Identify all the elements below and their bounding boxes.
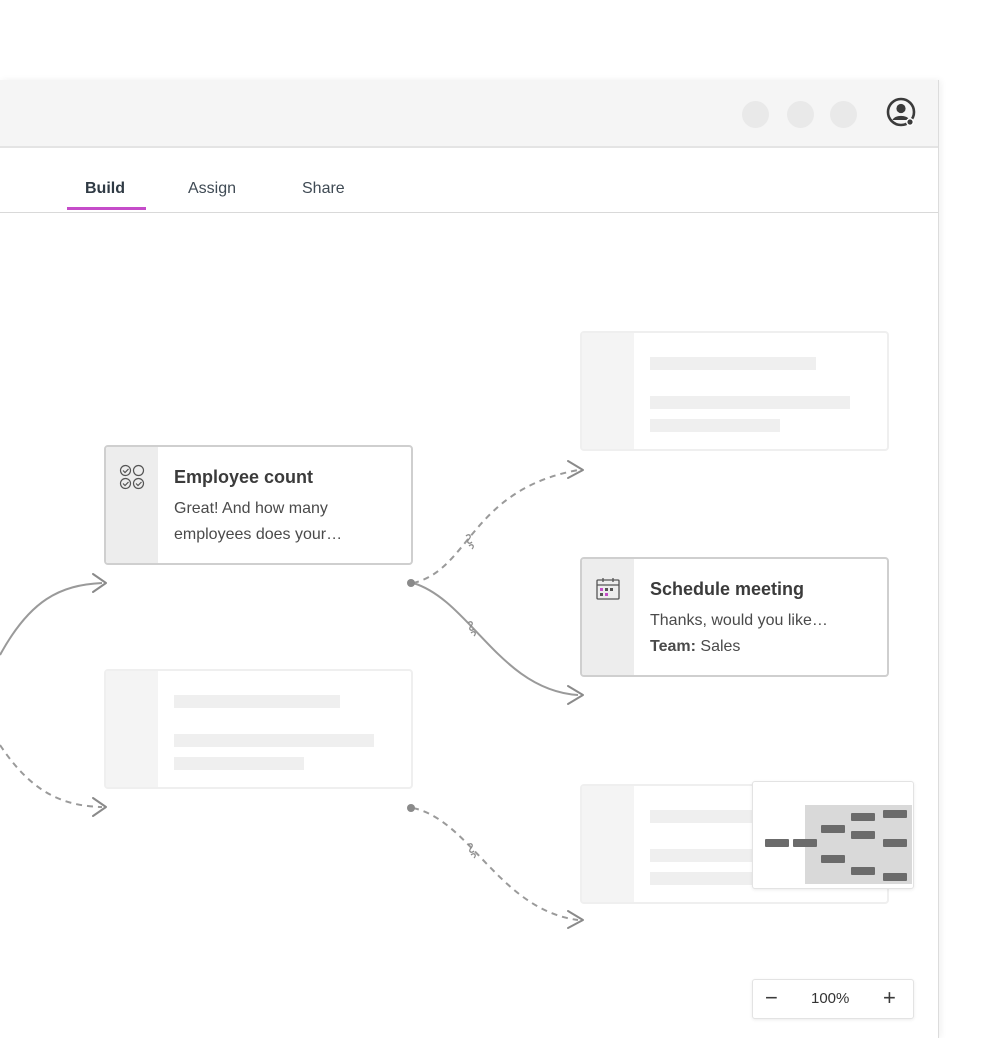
zoom-out-button[interactable]: − [765, 986, 778, 1010]
node-team: Team: Sales [650, 638, 740, 656]
link-icon [465, 534, 474, 550]
placeholder-line [174, 734, 374, 747]
minimap-node [851, 867, 875, 875]
node-title: Schedule meeting [650, 579, 805, 599]
zoom-control: − 100% + [752, 979, 914, 1019]
node-icon-strip [582, 786, 634, 902]
node-message: Great! And how many [174, 500, 328, 517]
node-title: Employee count [174, 467, 314, 487]
minimap-node [793, 839, 817, 847]
placeholder-line [174, 757, 304, 770]
team-label: Team: [650, 638, 696, 655]
minimap-node [851, 831, 875, 839]
minimap-node [851, 813, 875, 821]
placeholder-line [650, 396, 850, 409]
node-message: Thanks, would you like… [650, 612, 828, 629]
minimap-node [883, 810, 907, 818]
connector-line [412, 582, 579, 696]
node-icon-strip [582, 333, 634, 449]
connector-port [407, 579, 415, 587]
tab-build[interactable]: Build [85, 180, 125, 198]
minimap[interactable] [752, 781, 914, 889]
placeholder-line [650, 419, 780, 432]
placeholder-node[interactable] [104, 669, 413, 789]
placeholder-node[interactable] [580, 331, 889, 451]
node-message: employees does your… [174, 526, 343, 543]
window-control-dot[interactable] [830, 101, 857, 128]
minimap-node [765, 839, 789, 847]
connector-port [407, 804, 415, 812]
title-bar [0, 80, 938, 148]
tab-assign[interactable]: Assign [188, 180, 236, 198]
tab-bar: Build Assign Share [0, 148, 938, 213]
node-schedule-meeting[interactable]: Schedule meeting Thanks, would you like…… [580, 557, 889, 677]
user-avatar-icon[interactable] [886, 97, 916, 127]
active-tab-indicator [67, 207, 146, 210]
zoom-in-button[interactable]: + [883, 986, 896, 1010]
tab-share[interactable]: Share [302, 180, 345, 198]
minimap-node [883, 873, 907, 881]
minimap-node [821, 855, 845, 863]
placeholder-line [650, 357, 816, 370]
window-control-dot[interactable] [787, 101, 814, 128]
window-control-dot[interactable] [742, 101, 769, 128]
connector-line [412, 469, 579, 584]
connector-line [412, 807, 579, 921]
node-icon-strip [106, 671, 158, 787]
zoom-level: 100% [811, 990, 850, 1007]
connector-line [0, 582, 103, 656]
team-value: Sales [700, 638, 741, 655]
calendar-icon [596, 578, 620, 600]
placeholder-line [174, 695, 340, 708]
minimap-node [883, 839, 907, 847]
checklist-icon [119, 464, 145, 490]
minimap-node [821, 825, 845, 833]
connector-line [0, 744, 103, 808]
node-employee-count[interactable]: Employee count Great! And how many emplo… [104, 445, 413, 565]
